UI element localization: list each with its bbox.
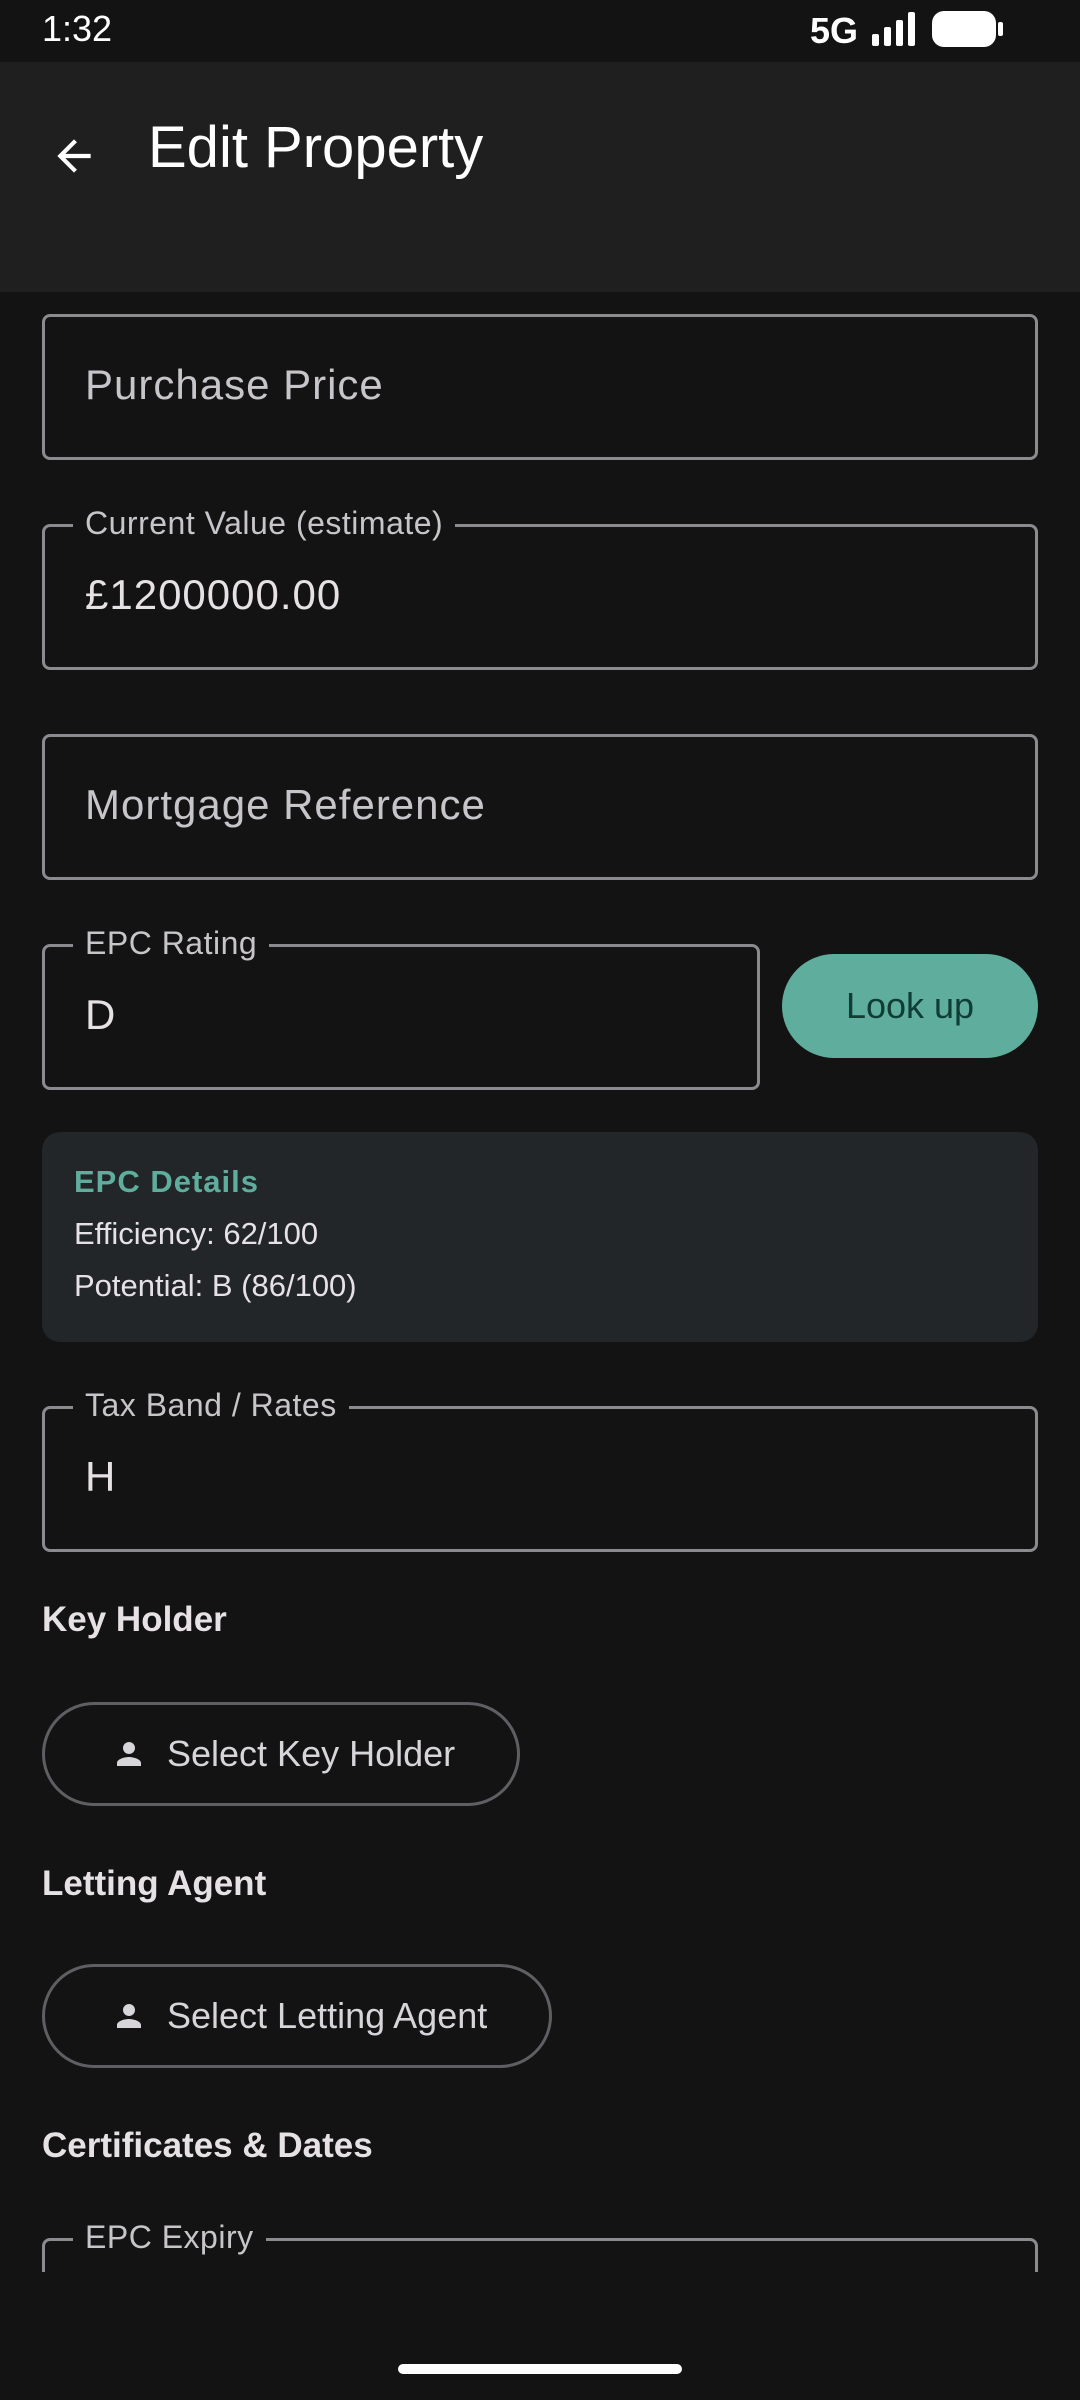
tax-band-field[interactable]: Tax Band / Rates H (42, 1387, 1038, 1552)
epc-lookup-button[interactable]: Look up (782, 954, 1038, 1058)
arrow-back-icon (57, 139, 91, 173)
current-value-input: £1200000.00 (85, 571, 342, 618)
current-value-label: Current Value (estimate) (73, 505, 456, 542)
back-button[interactable] (36, 118, 112, 194)
mortgage-reference-field[interactable]: Mortgage Reference (42, 734, 1038, 880)
form-scroll-area[interactable]: Purchase Price Current Value (estimate) … (0, 292, 1080, 2272)
tax-band-input: H (85, 1453, 117, 1500)
select-letting-agent-label: Select Letting Agent (167, 1995, 488, 2036)
status-bar: 1:32 5G (0, 0, 1080, 62)
select-key-holder-button[interactable]: Select Key Holder (42, 1702, 521, 1806)
status-icons: 5G (810, 10, 1004, 52)
select-letting-agent-button[interactable]: Select Letting Agent (42, 1964, 553, 2068)
epc-expiry-label: EPC Expiry (73, 2219, 266, 2256)
battery-icon (932, 10, 1004, 52)
purchase-price-placeholder: Purchase Price (85, 361, 384, 408)
page-title: Edit Property (148, 115, 484, 180)
person-icon (111, 1736, 147, 1772)
epc-rating-input: D (85, 991, 117, 1038)
epc-potential: Potential: B (86/100) (74, 1268, 357, 1303)
signal-icon (872, 11, 918, 51)
person-icon (111, 1998, 147, 2034)
select-key-holder-label: Select Key Holder (167, 1733, 456, 1774)
edit-property-screen: 1:32 5G Edit Property Purchase Price Cur… (0, 0, 1080, 2400)
home-indicator[interactable] (398, 2364, 682, 2374)
purchase-price-field[interactable]: Purchase Price (42, 314, 1038, 460)
epc-rating-label: EPC Rating (73, 925, 270, 962)
network-type: 5G (809, 10, 858, 51)
epc-rating-field[interactable]: EPC Rating D (42, 925, 760, 1090)
certificates-heading: Certificates & Dates (42, 2126, 373, 2165)
letting-agent-heading: Letting Agent (42, 1864, 267, 1903)
status-time: 1:32 (42, 8, 113, 49)
epc-expiry-field[interactable]: EPC Expiry (42, 2219, 1038, 2272)
epc-details-card: EPC Details Efficiency: 62/100 Potential… (42, 1132, 1038, 1342)
mortgage-reference-placeholder: Mortgage Reference (85, 781, 486, 828)
epc-details-title: EPC Details (74, 1164, 260, 1199)
epc-efficiency: Efficiency: 62/100 (74, 1216, 319, 1251)
current-value-field[interactable]: Current Value (estimate) £1200000.00 (42, 505, 1038, 670)
tax-band-label: Tax Band / Rates (73, 1387, 349, 1424)
key-holder-heading: Key Holder (42, 1600, 227, 1639)
